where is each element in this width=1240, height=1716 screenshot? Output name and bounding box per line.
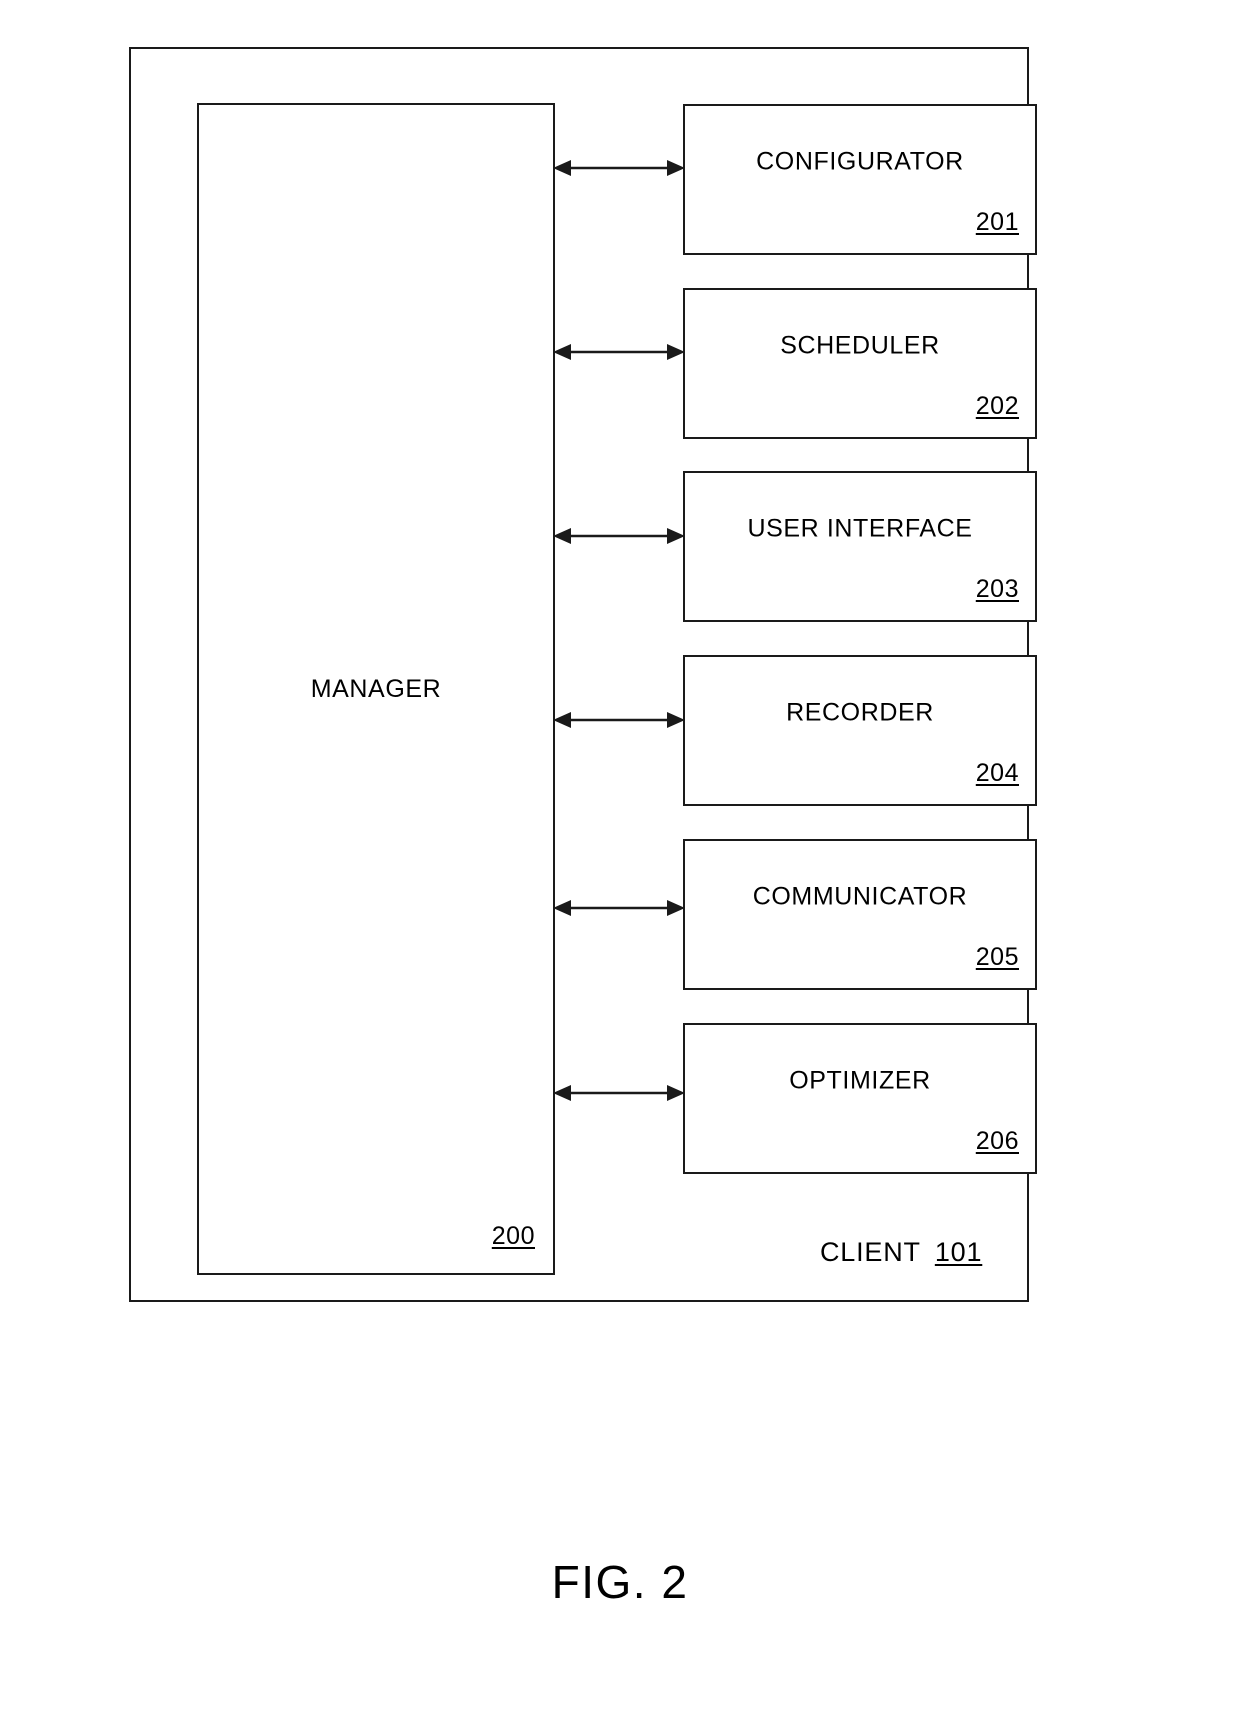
optimizer-label: OPTIMIZER [789,1066,931,1095]
manager-scheduler-connector [553,341,685,363]
manager-optimizer-connector [553,1082,685,1104]
communicator-reference-numeral: 205 [975,943,1019,971]
recorder-reference-numeral: 204 [975,759,1019,787]
optimizer-box: OPTIMIZER 206 [683,1023,1037,1174]
configurator-reference-numeral: 201 [975,208,1019,236]
configurator-box: CONFIGURATOR 201 [683,104,1037,255]
scheduler-box: SCHEDULER 202 [683,288,1037,439]
communicator-box: COMMUNICATOR 205 [683,839,1037,990]
figure-caption: FIG. 2 [551,1556,689,1608]
client-caption: CLIENT 101 [820,1237,982,1268]
client-label: CLIENT [820,1237,921,1267]
communicator-label: COMMUNICATOR [752,882,968,911]
recorder-label: RECORDER [786,698,934,727]
client-reference-numeral: 101 [934,1237,983,1267]
manager-user-interface-connector [553,525,685,547]
configurator-label: CONFIGURATOR [756,147,964,176]
optimizer-reference-numeral: 206 [975,1127,1019,1155]
user-interface-box: USER INTERFACE 203 [683,471,1037,622]
manager-reference-numeral: 200 [491,1222,535,1250]
manager-recorder-connector [553,709,685,731]
manager-box: MANAGER 200 [197,103,555,1275]
scheduler-reference-numeral: 202 [975,392,1019,420]
manager-label: MANAGER [310,674,442,703]
user-interface-label: USER INTERFACE [747,514,973,543]
patent-figure: MANAGER 200 CONFIGURATOR 201 SCHEDULER 2… [0,0,1240,1716]
manager-configurator-connector [553,157,685,179]
scheduler-label: SCHEDULER [780,331,940,360]
user-interface-reference-numeral: 203 [975,575,1019,603]
manager-communicator-connector [553,897,685,919]
recorder-box: RECORDER 204 [683,655,1037,806]
